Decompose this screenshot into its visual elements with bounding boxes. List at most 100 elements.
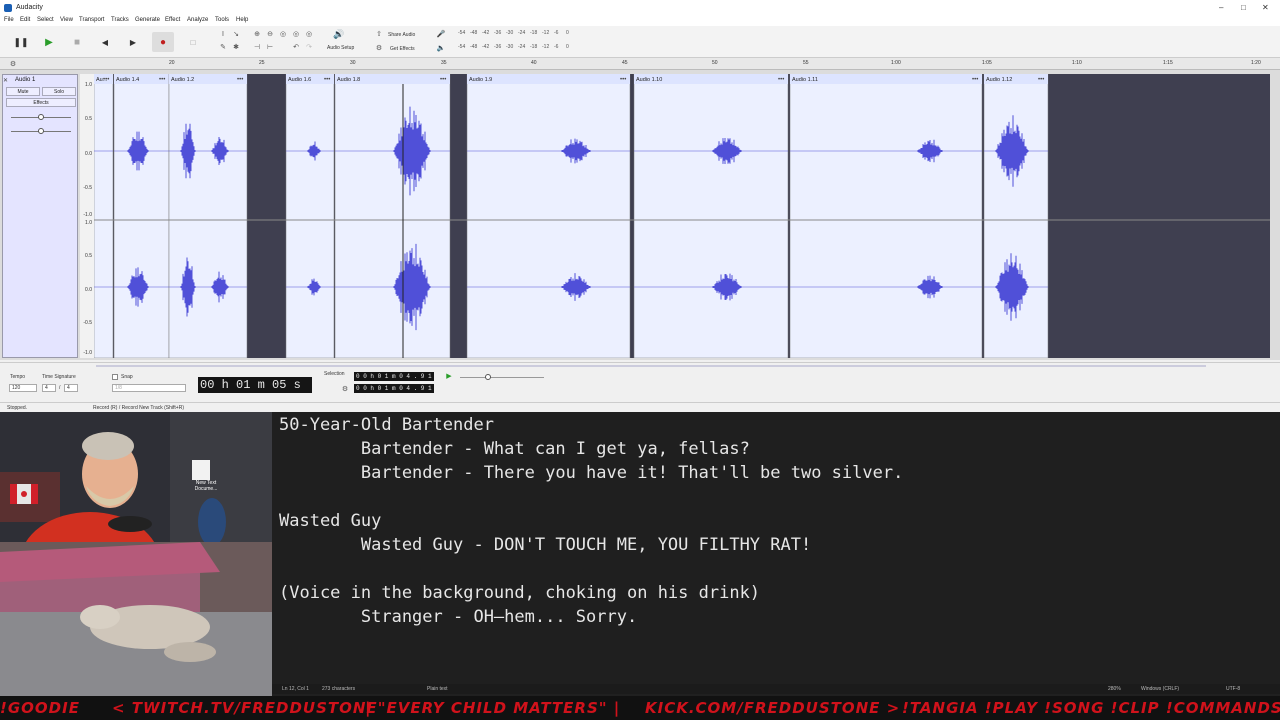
draw-tool-icon[interactable]: ✎ — [218, 42, 228, 52]
track-name[interactable]: Audio 1 — [15, 77, 35, 83]
meter-tick: -12 — [542, 30, 550, 36]
menu-help[interactable]: Help — [236, 17, 248, 23]
line-ending[interactable]: Windows (CRLF) — [1141, 686, 1179, 692]
snap-label: Snap — [121, 374, 133, 380]
ticker-segment: !GOODIE — [0, 699, 80, 717]
skip-start-button[interactable]: ◀ — [94, 32, 116, 52]
time-display[interactable]: 00 h 01 m 05 s — [198, 377, 312, 393]
ruler-tick: 1:20 — [1251, 60, 1261, 66]
playback-speed-slider[interactable] — [460, 377, 544, 378]
menu-transport[interactable]: Transport — [79, 17, 104, 23]
ruler-tick: 1:10 — [1072, 60, 1082, 66]
zoom-out-icon[interactable]: ⊖ — [265, 29, 275, 39]
menu-select[interactable]: Select — [37, 17, 54, 23]
zoom-level[interactable]: 280% — [1108, 686, 1121, 692]
audio-setup-button[interactable]: Audio Setup — [327, 45, 354, 51]
meter-tick: -36 — [494, 44, 502, 50]
skip-end-button[interactable]: ▶ — [122, 32, 144, 52]
timeline-ruler[interactable]: ⚙ 20 25 30 35 40 45 50 55 1:00 1:05 1:10… — [0, 58, 1280, 70]
audio-setup-icon[interactable]: 🔊 — [333, 29, 344, 39]
envelope-tool-icon[interactable]: ↘ — [231, 29, 241, 39]
playback-speed-thumb[interactable] — [485, 374, 491, 380]
audio-clip — [168, 74, 248, 358]
menu-tracks[interactable]: Tracks — [111, 17, 129, 23]
minimize-icon[interactable]: – — [1219, 3, 1223, 12]
snap-checkbox[interactable] — [112, 374, 118, 380]
play-button[interactable]: ▶ — [38, 32, 60, 52]
tempo-input[interactable]: 120 — [9, 384, 37, 392]
meter-tick: -36 — [494, 30, 502, 36]
multi-tool-icon[interactable]: ✱ — [231, 42, 241, 52]
get-effects-button[interactable]: Get Effects — [390, 46, 415, 52]
record-meter[interactable]: -54 -48 -42 -36 -30 -24 -18 -12 -6 0 — [458, 30, 569, 36]
editor-line: Wasted Guy - DON'T TOUCH ME, YOU FILTHY … — [279, 535, 812, 555]
selection-settings-icon[interactable]: ⚙ — [340, 384, 350, 394]
encoding[interactable]: UTF-8 — [1226, 686, 1240, 692]
stream-ticker: !GOODIE < TWITCH.TV/FREDDUSTONE | "EVERY… — [0, 696, 1280, 720]
play-at-speed-icon[interactable]: ▶ — [444, 371, 454, 381]
redo-icon[interactable]: ↷ — [304, 42, 314, 52]
audio-clip — [466, 74, 631, 358]
webcam-overlay: New Text Docume... — [0, 412, 272, 696]
maximize-icon[interactable]: □ — [1241, 3, 1246, 12]
time-signature-denominator[interactable]: 4 — [64, 384, 78, 392]
menu-analyze[interactable]: Analyze — [187, 17, 208, 23]
ruler-tick: 55 — [803, 60, 809, 66]
scale-label: -0.5 — [83, 320, 92, 326]
stop-button[interactable]: ■ — [66, 32, 88, 52]
track-close-icon[interactable]: ✕ — [3, 77, 8, 84]
horizontal-scrollbar[interactable] — [96, 365, 1206, 367]
ruler-tick: 45 — [622, 60, 628, 66]
effects-button[interactable]: Effects — [6, 98, 76, 107]
scale-label: 1.0 — [85, 220, 92, 226]
silence-icon[interactable]: ⊢ — [265, 42, 275, 52]
webcam-image: New Text Docume... — [0, 412, 272, 696]
mute-label: Mute — [17, 88, 29, 95]
selection-start-field[interactable]: 0 0 h 0 1 m 0 4 . 9 1 9 s — [354, 372, 434, 389]
zoom-in-icon[interactable]: ⊕ — [252, 29, 262, 39]
menu-file[interactable]: File — [4, 17, 14, 23]
text-editor[interactable]: 50-Year-Old Bartender Bartender - What c… — [272, 412, 1280, 684]
clip-menu-icon: ••• — [1038, 77, 1044, 83]
ticker-segment: KICK.COM/FREDDUSTONE > — [645, 699, 901, 717]
pause-button[interactable]: ❚❚ — [10, 32, 32, 52]
selection-tool-icon[interactable]: I — [218, 29, 228, 39]
snap-select[interactable]: 1/8 — [112, 384, 186, 392]
undo-icon[interactable]: ↶ — [291, 42, 301, 52]
loop-button[interactable]: □ — [182, 32, 204, 52]
record-button[interactable]: ● — [152, 32, 174, 52]
zoom-toggle-icon[interactable]: ◎ — [304, 29, 314, 39]
editor-line: Wasted Guy — [279, 511, 382, 531]
audio-clip — [285, 74, 335, 358]
track-control-panel[interactable]: ✕ Audio 1 Mute Solo Effects — [2, 74, 78, 358]
text-format[interactable]: Plain text — [427, 686, 448, 692]
menu-generate[interactable]: Generate — [135, 17, 160, 23]
menu-effect[interactable]: Effect — [165, 17, 180, 23]
time-signature-numerator[interactable]: 4 — [42, 384, 56, 392]
timeline-settings-icon[interactable]: ⚙ — [8, 59, 18, 69]
editor-line: (Voice in the background, choking on his… — [279, 583, 761, 603]
fit-selection-icon[interactable]: ◎ — [278, 29, 288, 39]
amplitude-scale: 1.0 0.5 0.0 -0.5 -1.0 1.0 0.5 0.0 -0.5 -… — [80, 74, 94, 358]
menu-view[interactable]: View — [60, 17, 73, 23]
share-audio-button[interactable]: Share Audio — [388, 32, 415, 38]
fit-project-icon[interactable]: ◎ — [291, 29, 301, 39]
ruler-tick: 30 — [350, 60, 356, 66]
close-icon[interactable]: ✕ — [1262, 3, 1269, 12]
audio-clip — [334, 74, 451, 358]
playback-meter[interactable]: -54 -48 -42 -36 -30 -24 -18 -12 -6 0 — [458, 44, 569, 50]
clip-menu-icon: ••• — [440, 77, 446, 83]
mute-button[interactable]: Mute — [6, 87, 40, 96]
gain-slider-thumb[interactable] — [38, 114, 44, 120]
clip-menu-icon: ••• — [159, 77, 165, 83]
waveform-view[interactable]: Au...••• Audio 1.4 ••• Audio 1.2 ••• Audio 1.… — [94, 74, 1270, 358]
pause-icon: ❚❚ — [13, 36, 29, 47]
menu-edit[interactable]: Edit — [20, 17, 30, 23]
skip-end-icon: ▶ — [129, 37, 137, 47]
selection-end-field[interactable]: 0 0 h 0 1 m 0 4 . 9 1 9 s — [354, 384, 434, 401]
solo-button[interactable]: Solo — [42, 87, 76, 96]
ticker-segment: < TWITCH.TV/FREDDUSTONE — [112, 699, 378, 717]
trim-icon[interactable]: ⊣ — [252, 42, 262, 52]
pan-slider-thumb[interactable] — [38, 128, 44, 134]
menu-tools[interactable]: Tools — [215, 17, 229, 23]
